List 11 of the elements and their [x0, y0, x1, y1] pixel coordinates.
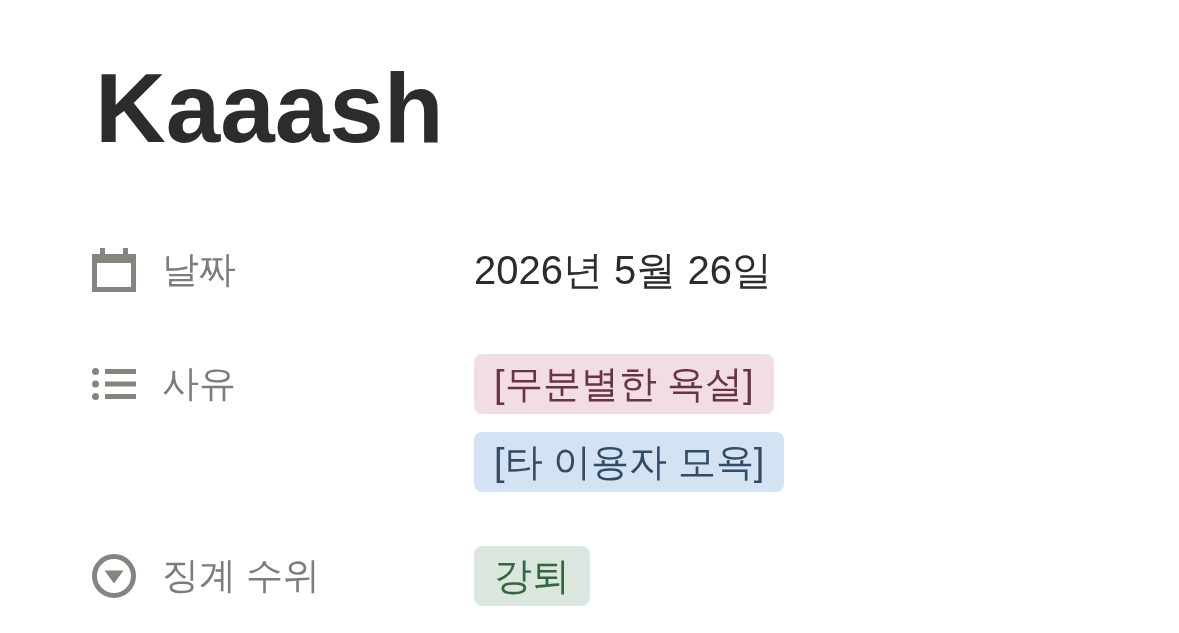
- calendar-icon: [92, 248, 136, 292]
- page-title: Kaaash: [95, 52, 445, 164]
- property-name: 징계 수위: [162, 554, 321, 598]
- list-icon: [92, 368, 136, 400]
- property-name: 사유: [162, 362, 236, 406]
- caret-circle-icon: [92, 554, 136, 598]
- tag: [타 이용자 모욕]: [474, 432, 785, 492]
- tag: 강퇴: [474, 546, 590, 606]
- date-value: 2026년 5월 26일: [474, 247, 772, 294]
- tag: [무분별한 욕설]: [474, 354, 774, 414]
- property-name: 날짜: [162, 248, 236, 292]
